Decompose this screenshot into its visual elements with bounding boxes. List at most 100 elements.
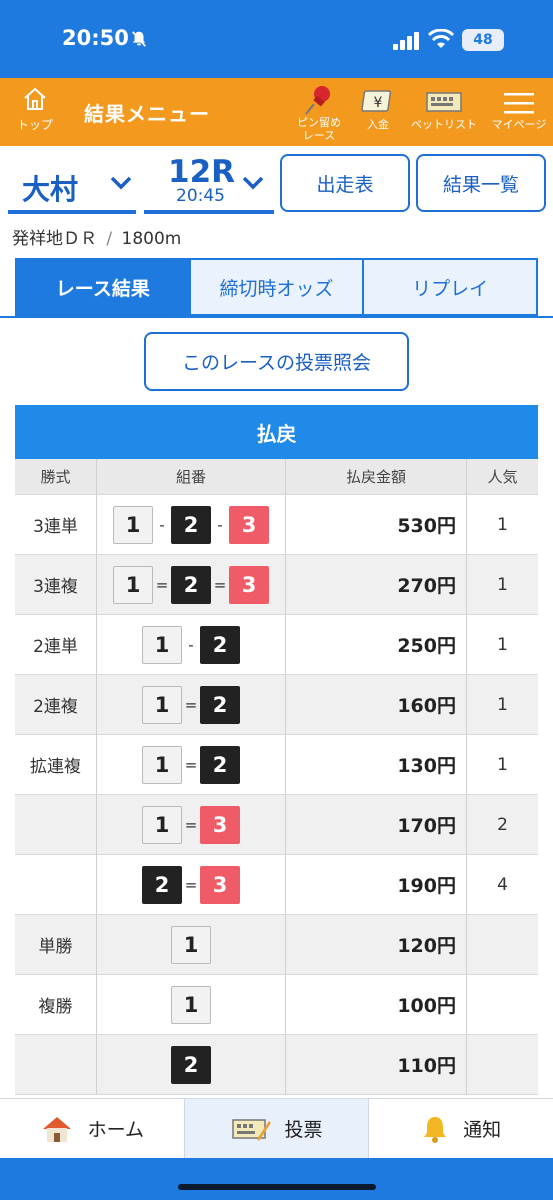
- combo-separator: -: [159, 515, 165, 534]
- home-indicator-area: [0, 1158, 553, 1200]
- deposit-card-icon: ¥: [361, 90, 392, 112]
- bottom-nav-vote[interactable]: 投票: [184, 1099, 370, 1158]
- table-row: 拡連複 1 = 2 130円 1: [15, 735, 538, 795]
- boat-number-badge: 2: [171, 1045, 211, 1084]
- bet-type: [15, 855, 97, 914]
- boat-number-badge: 3: [200, 805, 240, 844]
- hamburger-menu-icon: [504, 93, 534, 114]
- boat-number-badge: 2: [142, 865, 182, 904]
- pin-label-1: ピン留め: [297, 116, 341, 129]
- combination: 1 = 2: [97, 675, 286, 734]
- bell-icon: [424, 1116, 447, 1143]
- boat-number-badge: 1: [142, 745, 182, 784]
- vote-ticket-icon: [231, 1118, 271, 1141]
- chevron-down-icon: [110, 176, 132, 190]
- boat-number-badge: 1: [113, 505, 153, 544]
- home-nav-label: トップ: [16, 118, 53, 132]
- tab-replay[interactable]: リプレイ: [364, 260, 537, 314]
- bet-type: 2連複: [15, 675, 97, 734]
- tab-underline: [0, 316, 553, 318]
- deposit-label: 入金: [367, 118, 389, 131]
- bottom-nav-vote-label: 投票: [284, 1119, 323, 1141]
- tab-closing-odds[interactable]: 締切時オッズ: [190, 260, 365, 314]
- race-selector[interactable]: 12R 20:45: [144, 154, 274, 214]
- home-indicator[interactable]: [178, 1184, 376, 1190]
- betlist-button[interactable]: ベットリスト: [410, 90, 478, 131]
- combo-separator: -: [217, 515, 223, 534]
- payout-amount: 100円: [286, 975, 467, 1034]
- betlist-ticket-icon: [426, 92, 462, 112]
- popularity: 1: [497, 514, 508, 535]
- bet-type: 2連単: [15, 615, 97, 674]
- pin-label-2: レース: [302, 129, 336, 142]
- bet-type: 3連複: [15, 555, 97, 614]
- payout-title: 払戻: [15, 405, 538, 459]
- popularity: 1: [497, 694, 508, 715]
- results-list-button[interactable]: 結果一覧: [416, 154, 546, 212]
- payout-amount: 170円: [286, 795, 467, 854]
- table-row: 2連複 1 = 2 160円 1: [15, 675, 538, 735]
- svg-text:¥: ¥: [374, 95, 383, 111]
- bet-type: 単勝: [15, 915, 97, 974]
- combo-separator: =: [184, 875, 198, 894]
- payout-amount: 160円: [286, 675, 467, 734]
- bottom-nav-notify[interactable]: 通知: [369, 1099, 553, 1158]
- battery-icon: 48: [462, 29, 504, 51]
- bet-type: [15, 1035, 97, 1094]
- tab-race-result[interactable]: レース結果: [17, 260, 191, 314]
- popularity: 2: [497, 814, 508, 835]
- mypage-label: マイページ: [491, 118, 547, 131]
- header-combo: 組番: [97, 459, 286, 494]
- payout-amount: 120円: [286, 915, 467, 974]
- house-icon: [24, 87, 46, 110]
- combination: 1-2: [97, 615, 286, 674]
- combination: 2 = 3: [97, 855, 286, 914]
- bet-type: 拡連複: [15, 735, 97, 794]
- boat-number-badge: 2: [200, 745, 240, 784]
- combination: 1 = 2 = 3: [97, 555, 286, 614]
- race-selector-row: 大村 12R 20:45 出走表 結果一覧: [0, 152, 553, 218]
- entries-button[interactable]: 出走表: [280, 154, 410, 212]
- combination: 1: [97, 975, 286, 1034]
- pin-race-button[interactable]: ピン留め レース: [288, 84, 350, 142]
- payout-amount: 270円: [286, 555, 467, 614]
- race-time: 20:45: [176, 186, 225, 206]
- boat-number-badge: 2: [200, 685, 240, 724]
- race-number: 12R: [168, 154, 236, 190]
- page-title: 結果メニュー: [84, 102, 210, 126]
- combo-separator: -: [188, 635, 194, 654]
- bet-type: 複勝: [15, 975, 97, 1034]
- status-bar: 20:50 48: [0, 0, 553, 78]
- wifi-icon: [428, 29, 454, 48]
- app-screen: 20:50 48 トップ 結果メニュー ピン留め レース ¥ 入金 ベットリスト…: [0, 0, 553, 1200]
- venue-selector[interactable]: 大村: [8, 154, 136, 214]
- combination: 1: [97, 915, 286, 974]
- race-distance: 1800m: [121, 229, 182, 249]
- payout-amount: 110円: [286, 1035, 467, 1094]
- header-popularity: 人気: [487, 468, 518, 486]
- combination: 1 = 2: [97, 735, 286, 794]
- boat-number-badge: 1: [142, 625, 182, 664]
- header-amount: 払戻金額: [286, 459, 467, 494]
- venue-name: 大村: [22, 173, 79, 206]
- home-nav-button[interactable]: トップ: [10, 86, 60, 133]
- boat-number-badge: 3: [229, 505, 269, 544]
- combination: 1-2-3: [97, 495, 286, 554]
- boat-number-badge: 2: [200, 625, 240, 664]
- chevron-down-icon: [242, 176, 264, 190]
- payout-rows: 3連単 1-2-3 530円 1 3連複 1 = 2 = 3 270円 1 2連単 1-2 250円 1 2連複…: [15, 495, 538, 1095]
- vote-inquiry-button[interactable]: このレースの投票照会: [144, 332, 409, 391]
- header-type: 勝式: [15, 459, 97, 494]
- table-row: 2 = 3 190円 4: [15, 855, 538, 915]
- deposit-button[interactable]: ¥ 入金: [355, 88, 401, 131]
- table-row: 2連単 1-2 250円 1: [15, 615, 538, 675]
- payout-amount: 530円: [286, 495, 467, 554]
- app-header: トップ 結果メニュー ピン留め レース ¥ 入金 ベットリスト マイページ: [0, 78, 553, 146]
- table-row: 複勝 1 100円: [15, 975, 538, 1035]
- popularity: [467, 975, 538, 1034]
- boat-number-badge: 1: [142, 805, 182, 844]
- boat-number-badge: 2: [171, 565, 211, 604]
- mypage-button[interactable]: マイページ: [486, 90, 552, 131]
- betlist-label: ベットリスト: [411, 118, 477, 131]
- bottom-nav-home[interactable]: ホーム: [0, 1099, 185, 1158]
